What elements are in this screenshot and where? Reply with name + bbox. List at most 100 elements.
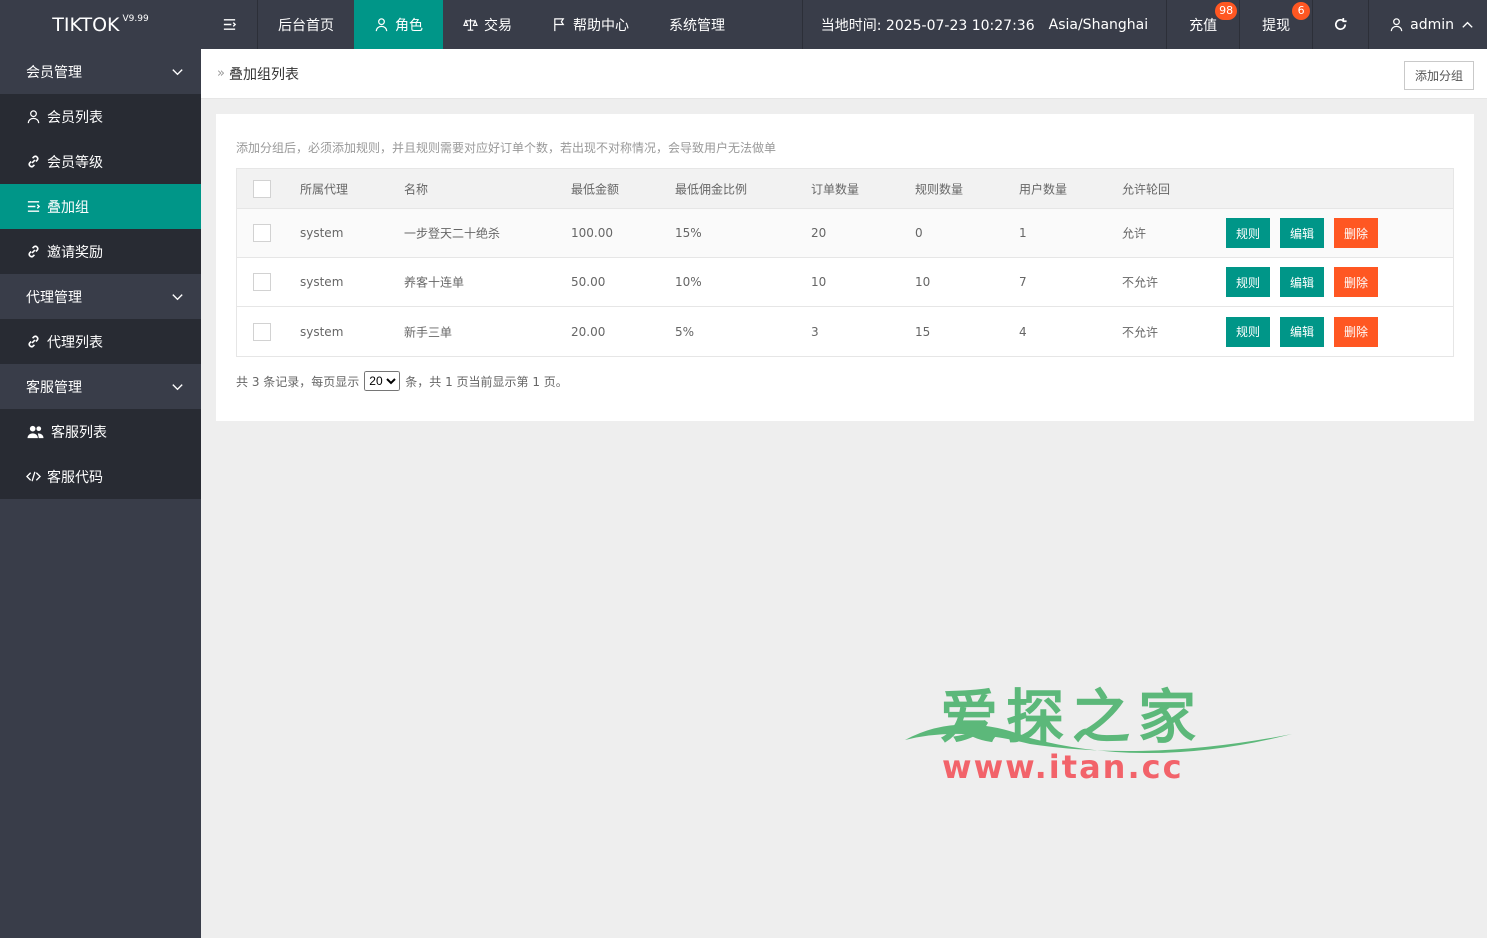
column-header: 规则数量 (915, 182, 964, 196)
edit-button[interactable]: 编辑 (1280, 316, 1324, 347)
add-group-button[interactable]: 添加分组 (1403, 61, 1474, 90)
logo-text: TIKTOK (52, 13, 120, 36)
app-logo[interactable]: TIKTOK V9.99 (0, 0, 201, 49)
user-icon (375, 18, 388, 32)
sidebar-group-agent[interactable]: 代理管理 (0, 274, 201, 319)
recharge-badge: 98 (1215, 2, 1238, 20)
page-title: 叠加组列表 (228, 66, 299, 83)
top-header: TIKTOK V9.99 后台首页 角色 交易 帮助中心 系统管理 当地时间: 2… (0, 0, 1487, 49)
rule-label: 规则 (1235, 226, 1260, 241)
pager-suffix: 条，共 1 页当前显示第 1 页。 (405, 374, 568, 389)
breadcrumb: » 叠加组列表 添加分组 (201, 49, 1487, 99)
sidebar-item-member-level[interactable]: 会员等级 (0, 139, 201, 184)
code-icon (26, 471, 41, 482)
table-header: 所属代理 名称 最低金额 最低佣金比例 订单数量 规则数量 用户数量 允许轮回 (237, 169, 1453, 209)
cell-agent: system (300, 226, 344, 240)
cell-rules: 10 (915, 275, 931, 289)
cell-orders: 3 (811, 324, 819, 339)
nav-trade[interactable]: 交易 (443, 0, 532, 49)
users-icon (27, 425, 44, 439)
cell-min-amount: 20.00 (571, 324, 606, 339)
table-row: system 新手三单 20.00 5% 3 15 4 不允许 规则 编辑 删除 (237, 307, 1453, 356)
sidebar-item-label: 客服列表 (51, 424, 107, 441)
cell-rules: 15 (915, 324, 931, 339)
cell-name: 一步登天二十绝杀 (404, 226, 501, 241)
refresh-icon (1335, 17, 1347, 31)
chevron-down-icon (172, 384, 183, 391)
row-checkbox[interactable] (253, 322, 271, 341)
rule-button[interactable]: 规则 (1226, 316, 1270, 347)
pager-prefix: 共 3 条记录，每页显示 (236, 374, 360, 389)
withdraw-button[interactable]: 提现 6 (1240, 0, 1312, 49)
nav-help[interactable]: 帮助中心 (532, 0, 649, 49)
sidebar-item-service-list[interactable]: 客服列表 (0, 409, 201, 454)
menu-toggle-button[interactable] (201, 0, 257, 49)
user-menu[interactable]: admin (1369, 0, 1487, 49)
delete-label: 删除 (1343, 325, 1368, 339)
watermark-cn: 爱探之家 (940, 683, 1205, 751)
menu-fold-icon (223, 19, 236, 30)
rule-label: 规则 (1235, 325, 1260, 339)
rule-button[interactable]: 规则 (1226, 267, 1270, 297)
sidebar-item-invite-reward[interactable]: 邀请奖励 (0, 229, 201, 274)
nav-role[interactable]: 角色 (354, 0, 443, 49)
cell-orders: 20 (811, 226, 827, 240)
chevron-down-icon (172, 294, 183, 301)
watermark-url: www.itan.cc (942, 748, 1184, 786)
cell-min-rate: 15% (675, 226, 702, 240)
recharge-button[interactable]: 充值 98 (1167, 0, 1239, 49)
sidebar-group-member[interactable]: 会员管理 (0, 49, 201, 94)
nav-dashboard[interactable]: 后台首页 (258, 0, 354, 49)
row-checkbox[interactable] (253, 224, 271, 242)
edit-label: 编辑 (1289, 325, 1314, 339)
cell-loop: 允许 (1122, 226, 1147, 241)
cell-agent: system (300, 324, 344, 339)
table-row: system 养客十连单 50.00 10% 10 10 7 不允许 规则 编辑… (237, 258, 1453, 307)
nav-trade-label: 交易 (484, 17, 512, 34)
time-label: 当地时间: 2025-07-23 10:27:36 (820, 17, 1035, 34)
rule-button[interactable]: 规则 (1226, 218, 1270, 248)
user-icon (27, 110, 40, 124)
link-icon (28, 245, 39, 258)
flag-icon (554, 18, 565, 32)
list-icon (27, 201, 41, 212)
sidebar-item-label: 邀请奖励 (47, 244, 103, 261)
edit-button[interactable]: 编辑 (1280, 267, 1324, 297)
page-size-select[interactable]: 20 (364, 371, 401, 391)
nav-help-label: 帮助中心 (573, 17, 629, 34)
delete-button[interactable]: 删除 (1334, 267, 1378, 297)
cell-orders: 10 (811, 275, 827, 289)
group-table: 所属代理 名称 最低金额 最低佣金比例 订单数量 规则数量 用户数量 允许轮回 … (236, 168, 1454, 357)
cell-rules: 0 (915, 226, 923, 240)
timezone-label: Asia/Shanghai (1048, 16, 1149, 33)
column-header: 所属代理 (300, 182, 349, 196)
nav-role-label: 角色 (395, 17, 423, 34)
refresh-button[interactable] (1313, 0, 1368, 49)
sidebar-item-label: 代理列表 (47, 334, 103, 351)
cell-agent: system (300, 275, 344, 289)
select-all-checkbox[interactable] (253, 179, 271, 198)
sidebar-group-service[interactable]: 客服管理 (0, 364, 201, 409)
sidebar-group-label: 客服管理 (26, 379, 82, 396)
recharge-label: 充值 (1189, 17, 1218, 34)
edit-label: 编辑 (1289, 226, 1314, 241)
column-header: 订单数量 (811, 182, 860, 196)
row-checkbox[interactable] (253, 273, 271, 291)
sidebar: 会员管理 会员列表 会员等级 叠加组 邀请奖励 代理管理 代理列表 客服管理 客… (0, 49, 201, 938)
delete-button[interactable]: 删除 (1334, 218, 1378, 248)
column-header: 用户数量 (1019, 182, 1068, 196)
sidebar-item-member-list[interactable]: 会员列表 (0, 94, 201, 139)
sidebar-item-label: 客服代码 (47, 469, 103, 486)
nav-system[interactable]: 系统管理 (649, 0, 745, 49)
sidebar-item-service-code[interactable]: 客服代码 (0, 454, 201, 499)
withdraw-label: 提现 (1262, 17, 1291, 34)
cell-users: 7 (1019, 275, 1027, 289)
link-icon (28, 335, 39, 348)
delete-button[interactable]: 删除 (1334, 316, 1378, 347)
nav-dashboard-label: 后台首页 (278, 17, 334, 34)
sidebar-item-stack-group[interactable]: 叠加组 (0, 184, 201, 229)
edit-button[interactable]: 编辑 (1280, 218, 1324, 248)
sidebar-item-agent-list[interactable]: 代理列表 (0, 319, 201, 364)
pagination: 共 3 条记录，每页显示 20 条，共 1 页当前显示第 1 页。 (236, 371, 568, 391)
cell-min-amount: 100.00 (571, 226, 613, 240)
